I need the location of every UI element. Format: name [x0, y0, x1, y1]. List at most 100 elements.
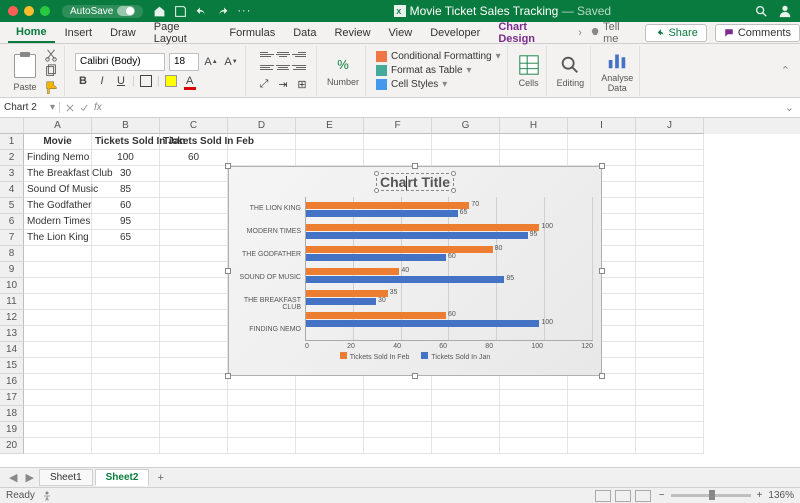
col-H[interactable]: H [500, 118, 568, 134]
cell[interactable] [228, 390, 296, 406]
cell[interactable] [636, 246, 704, 262]
name-box[interactable]: Chart 2▾ [0, 102, 60, 113]
cell[interactable] [432, 406, 500, 422]
number-format-icon[interactable]: % [333, 55, 353, 75]
underline-button[interactable]: U [113, 73, 129, 89]
cell[interactable] [92, 246, 160, 262]
cell[interactable] [364, 390, 432, 406]
cell[interactable] [296, 150, 364, 166]
paste-button[interactable]: Paste [12, 50, 38, 92]
cell[interactable] [24, 342, 92, 358]
cell[interactable] [432, 438, 500, 454]
row-header[interactable]: 1 [0, 134, 24, 150]
row-header[interactable]: 12 [0, 310, 24, 326]
tab-view[interactable]: View [381, 24, 421, 42]
cell[interactable] [228, 406, 296, 422]
tab-chart-design[interactable]: Chart Design [490, 18, 570, 48]
cell[interactable] [364, 422, 432, 438]
row-header[interactable]: 14 [0, 342, 24, 358]
undo-icon[interactable] [195, 5, 208, 18]
cell[interactable] [160, 166, 228, 182]
cell[interactable] [92, 342, 160, 358]
cell[interactable] [568, 438, 636, 454]
view-page-layout-icon[interactable] [615, 490, 631, 502]
cell[interactable] [568, 134, 636, 150]
wrap-text-icon[interactable]: ⇥ [275, 77, 291, 93]
cell[interactable] [24, 262, 92, 278]
save-icon[interactable] [174, 5, 187, 18]
col-I[interactable]: I [568, 118, 636, 134]
cells-icon[interactable] [518, 54, 540, 76]
cell[interactable] [568, 422, 636, 438]
sheet-nav-prev-icon[interactable]: ◀ [6, 471, 20, 484]
resize-handle[interactable] [225, 163, 231, 169]
formula-input[interactable] [108, 102, 785, 113]
col-D[interactable]: D [228, 118, 296, 134]
cell[interactable] [228, 374, 296, 390]
cell[interactable] [24, 246, 92, 262]
cell[interactable] [636, 262, 704, 278]
cell[interactable] [364, 150, 432, 166]
user-icon[interactable] [778, 4, 792, 18]
cell[interactable]: 65 [92, 230, 160, 246]
cell[interactable] [500, 390, 568, 406]
cell[interactable] [432, 374, 500, 390]
ribbon-collapse-icon[interactable]: ⌃ [781, 64, 794, 77]
cell[interactable] [160, 198, 228, 214]
search-icon[interactable] [754, 4, 768, 18]
cell[interactable] [160, 374, 228, 390]
cell[interactable] [24, 406, 92, 422]
embedded-chart[interactable]: Chart Title THE LION KINGMODERN TIMESTHE… [228, 166, 602, 376]
add-sheet-button[interactable]: + [151, 470, 169, 486]
redo-icon[interactable] [216, 5, 229, 18]
col-C[interactable]: C [160, 118, 228, 134]
cell[interactable]: Tickets Sold In Feb [160, 134, 228, 150]
cell[interactable] [636, 294, 704, 310]
tab-home[interactable]: Home [8, 23, 55, 43]
cell[interactable] [24, 278, 92, 294]
cell[interactable] [160, 406, 228, 422]
row-header[interactable]: 17 [0, 390, 24, 406]
cell[interactable] [636, 230, 704, 246]
copy-icon[interactable] [44, 64, 58, 78]
cell[interactable] [636, 406, 704, 422]
resize-handle[interactable] [412, 163, 418, 169]
cell[interactable] [160, 214, 228, 230]
chart-legend[interactable]: Tickets Sold In Feb Tickets Sold In Jan [229, 352, 601, 361]
col-B[interactable]: B [92, 118, 160, 134]
row-header[interactable]: 19 [0, 422, 24, 438]
format-as-table[interactable]: Format as Table ▾ [376, 65, 472, 76]
cell[interactable]: Tickets Sold In Jan [92, 134, 160, 150]
cell[interactable] [636, 198, 704, 214]
bold-button[interactable]: B [75, 73, 91, 89]
chevron-right-icon[interactable]: › [572, 27, 588, 39]
home-icon[interactable] [153, 5, 166, 18]
cell[interactable] [160, 262, 228, 278]
resize-handle[interactable] [599, 373, 605, 379]
cell[interactable] [160, 438, 228, 454]
cell[interactable]: The Breakfast Club [24, 166, 92, 182]
cell[interactable] [24, 358, 92, 374]
cell[interactable]: The Godfather [24, 198, 92, 214]
cell[interactable]: Movie [24, 134, 92, 150]
zoom-level[interactable]: 136% [768, 490, 794, 501]
cell-styles[interactable]: Cell Styles ▾ [376, 79, 447, 90]
tab-developer[interactable]: Developer [422, 24, 488, 42]
cell[interactable] [568, 406, 636, 422]
comments-button[interactable]: Comments [715, 24, 800, 42]
cell[interactable] [500, 406, 568, 422]
cell[interactable] [364, 134, 432, 150]
cell[interactable]: 60 [160, 150, 228, 166]
cell[interactable] [296, 134, 364, 150]
increase-font-icon[interactable]: A▲ [203, 54, 219, 70]
cell[interactable]: 100 [92, 150, 160, 166]
cell[interactable] [636, 438, 704, 454]
cell[interactable] [24, 422, 92, 438]
cell[interactable] [92, 406, 160, 422]
cell[interactable] [636, 182, 704, 198]
resize-handle[interactable] [225, 268, 231, 274]
col-G[interactable]: G [432, 118, 500, 134]
cell[interactable] [24, 374, 92, 390]
cell[interactable] [24, 438, 92, 454]
share-button[interactable]: Share [645, 24, 706, 42]
